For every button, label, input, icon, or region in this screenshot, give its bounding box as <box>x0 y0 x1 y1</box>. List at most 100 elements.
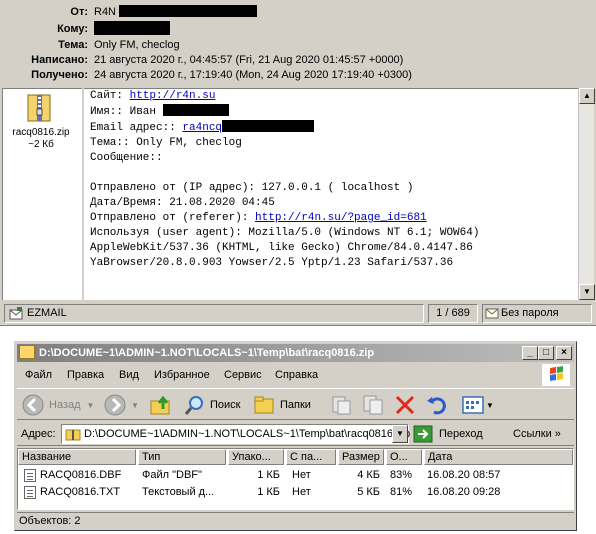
ip-line: Отправлено от (IP адрес): 127.0.0.1 ( lo… <box>90 182 414 194</box>
file-ratio: 83% <box>390 469 413 481</box>
zip-folder-icon <box>65 429 81 441</box>
close-button[interactable]: × <box>556 346 572 360</box>
back-button[interactable]: Назад ▼ <box>21 392 94 418</box>
site-link[interactable]: http://r4n.su <box>130 90 216 102</box>
site-label: Сайт: <box>90 90 130 102</box>
written-value: 21 августа 2020 г., 04:45:57 (Fri, 21 Au… <box>94 54 404 66</box>
column-packed[interactable]: Упако... <box>228 449 284 465</box>
mail-account-icon <box>9 307 23 320</box>
referer-label: Отправлено от (referer): <box>90 212 256 224</box>
txt-file-icon <box>24 486 36 499</box>
folder-icon <box>19 345 35 359</box>
column-type[interactable]: Тип <box>138 449 226 465</box>
file-type: Файл "DBF" <box>142 469 202 481</box>
user-agent-line-1: Используя (user agent): Mozilla/5.0 (Win… <box>90 227 480 239</box>
column-name[interactable]: Название <box>18 449 136 465</box>
zip-archive-icon <box>27 94 51 122</box>
attachments-pane: racq0816.zip ~2 Кб <box>2 88 82 300</box>
to-value[interactable] <box>94 21 170 38</box>
folders-label: Папки <box>280 399 311 411</box>
windows-logo-icon <box>542 364 570 386</box>
explorer-status-bar: Объектов: 2 <box>17 512 574 528</box>
menu-edit[interactable]: Правка <box>67 367 104 383</box>
forward-arrow-icon <box>104 394 126 416</box>
move-to-button[interactable] <box>329 392 353 418</box>
copy-to-icon <box>363 395 383 415</box>
from-value[interactable]: R4N <box>94 4 258 20</box>
date-line: Дата/Время: 21.08.2020 04:45 <box>90 197 275 209</box>
from-name: R4N <box>94 6 117 18</box>
menu-view[interactable]: Вид <box>119 367 139 383</box>
vertical-scrollbar[interactable]: ▲ ▼ <box>578 88 595 300</box>
toolbar: Назад ▼ ▼ Поиск Папки ▼ <box>17 388 574 420</box>
email-client-window: От: R4N Кому: Тема: Only FM, checlog Нап… <box>0 0 596 326</box>
referer-link[interactable]: http://r4n.su/?page_id=681 <box>255 212 427 224</box>
search-label: Поиск <box>210 399 241 411</box>
maximize-button[interactable]: □ <box>538 346 554 360</box>
links-button[interactable]: Ссылки » <box>513 426 561 442</box>
table-row[interactable]: RACQ0816.DBF Файл "DBF" 1 КБ Нет 4 КБ 83… <box>18 467 575 483</box>
menu-tools[interactable]: Сервис <box>224 367 262 383</box>
menu-favorites[interactable]: Избранное <box>154 367 210 383</box>
subject-row: Тема: Only FM, checlog <box>0 37 596 53</box>
chevron-right-icon: » <box>554 428 561 440</box>
envelope-icon <box>485 308 499 319</box>
delete-button[interactable] <box>393 392 417 418</box>
menu-file[interactable]: Файл <box>25 367 52 383</box>
email-status-bar: EZMAIL 1 / 689 Без пароля <box>0 302 596 324</box>
go-arrow-icon <box>413 425 433 443</box>
file-size: 5 КБ <box>357 486 380 498</box>
address-input[interactable]: D:\DOCUME~1\ADMIN~1.NOT\LOCALS~1\Temp\ba… <box>61 424 411 444</box>
message-line: Сообщение:: <box>90 152 163 164</box>
column-size[interactable]: Размер <box>338 449 384 465</box>
chevron-down-icon: ▼ <box>131 400 139 410</box>
views-button[interactable]: ▼ <box>461 392 494 418</box>
search-icon <box>184 396 203 415</box>
copy-to-button[interactable] <box>361 392 385 418</box>
message-body[interactable]: Сайт: http://r4n.su Имя:: Иван Email адр… <box>84 88 578 300</box>
table-row[interactable]: RACQ0816.TXT Текстовый д... 1 КБ Нет 5 К… <box>18 484 575 500</box>
attachment-name: racq0816.zip <box>12 127 70 138</box>
scroll-up-button[interactable]: ▲ <box>579 88 595 104</box>
undo-button[interactable] <box>425 392 449 418</box>
search-button[interactable]: Поиск <box>183 392 240 418</box>
explorer-window: D:\DOCUME~1\ADMIN~1.NOT\LOCALS~1\Temp\ba… <box>14 341 577 531</box>
minimize-button[interactable]: _ <box>522 346 538 360</box>
file-list[interactable]: Название Тип Упако... С па... Размер О..… <box>17 448 574 510</box>
file-name: RACQ0816.TXT <box>40 486 121 498</box>
window-title: D:\DOCUME~1\ADMIN~1.NOT\LOCALS~1\Temp\ba… <box>39 347 375 359</box>
menu-help[interactable]: Справка <box>275 367 318 383</box>
received-label: Получено: <box>31 69 88 81</box>
forward-button[interactable]: ▼ <box>103 392 139 418</box>
menu-bar: Файл Правка Вид Избранное Сервис Справка <box>17 364 574 386</box>
go-button[interactable]: Переход <box>413 424 483 444</box>
redacted-block <box>119 5 258 17</box>
subject-label: Тема: <box>58 39 88 51</box>
column-password[interactable]: С па... <box>286 449 336 465</box>
email-link[interactable]: ra4ncq <box>182 122 222 134</box>
written-label: Написано: <box>31 54 88 66</box>
file-password: Нет <box>292 486 311 498</box>
subject-line: Тема:: Only FM, checlog <box>90 137 242 149</box>
column-date[interactable]: Дата <box>424 449 573 465</box>
folders-button[interactable]: Папки <box>253 392 311 418</box>
chevron-down-icon: ▼ <box>486 400 494 410</box>
title-bar[interactable]: D:\DOCUME~1\ADMIN~1.NOT\LOCALS~1\Temp\ba… <box>17 344 574 362</box>
email-header: От: R4N Кому: Тема: Only FM, checlog Нап… <box>0 0 596 86</box>
address-dropdown-button[interactable]: ▼ <box>392 425 408 443</box>
delete-icon <box>395 395 415 415</box>
go-label: Переход <box>439 428 483 440</box>
redacted-block <box>162 104 229 116</box>
user-agent-line-2: AppleWebKit/537.36 (KHTML, like Gecko) C… <box>90 242 473 254</box>
address-value: D:\DOCUME~1\ADMIN~1.NOT\LOCALS~1\Temp\ba… <box>84 428 411 440</box>
up-folder-button[interactable] <box>149 392 173 418</box>
folders-icon <box>254 396 274 414</box>
back-label: Назад <box>49 399 81 411</box>
dbf-file-icon <box>24 469 36 482</box>
chevron-down-icon: ▼ <box>86 400 95 410</box>
user-agent-line-3: YaBrowser/20.8.0.903 Yowser/2.5 Yptp/1.2… <box>90 257 454 269</box>
file-packed: 1 КБ <box>257 486 280 498</box>
column-ratio[interactable]: О... <box>386 449 422 465</box>
file-name: RACQ0816.DBF <box>40 469 122 481</box>
scroll-down-button[interactable]: ▼ <box>579 284 595 300</box>
